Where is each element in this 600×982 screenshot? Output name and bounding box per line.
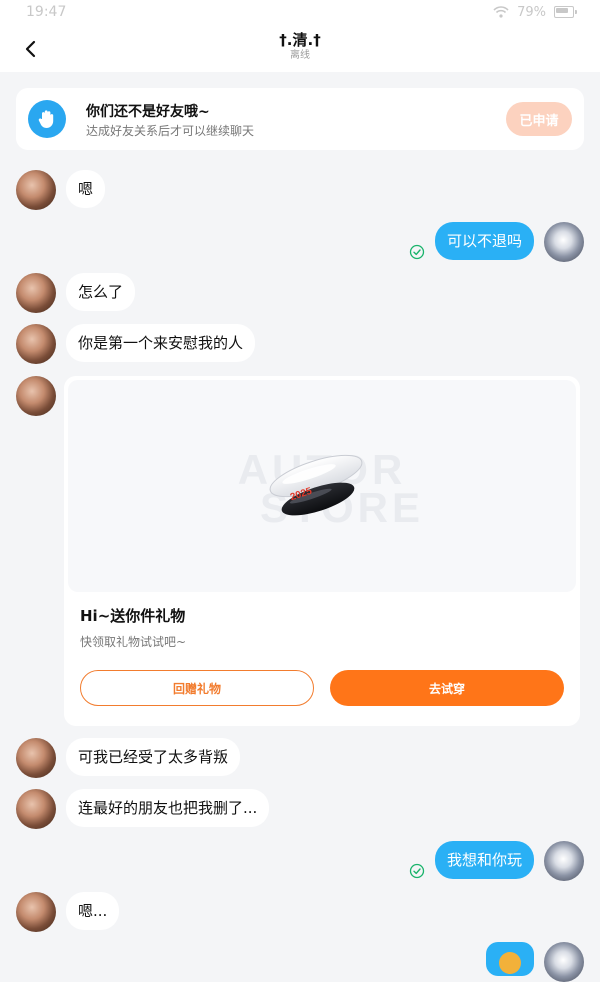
message-incoming: 可我已经受了太多背叛 (16, 738, 250, 778)
message-outgoing: 我想和你玩 (409, 841, 584, 881)
message-incoming: 怎么了 (16, 273, 145, 313)
chat-title-block: †.清.† 离线 (0, 30, 600, 62)
hand-wave-icon (28, 100, 66, 138)
message-bubble[interactable]: 可以不退吗 (434, 222, 534, 260)
battery-percent: 79% (517, 4, 546, 20)
avatar[interactable] (544, 841, 584, 881)
avatar[interactable] (544, 942, 584, 982)
message-bubble[interactable]: 嗯... (66, 892, 120, 930)
message-incoming: 嗯 (16, 170, 115, 210)
banner-subtitle: 达成好友关系后才可以继续聊天 (86, 124, 255, 138)
message-incoming: 你是第一个来安慰我的人 (16, 324, 265, 364)
wifi-icon (493, 6, 509, 18)
message-bubble[interactable]: 连最好的朋友也把我删了... (66, 789, 270, 827)
return-gift-button[interactable]: 回赠礼物 (80, 670, 314, 706)
applied-button[interactable]: 已申请 (506, 102, 572, 136)
status-indicators: 79% (493, 4, 577, 20)
avatar[interactable] (16, 273, 56, 313)
gift-image[interactable]: AUTOR STORE (68, 380, 576, 592)
message-incoming-gift (16, 376, 56, 416)
check-circle-icon (409, 863, 425, 879)
check-circle-icon (409, 244, 425, 260)
message-bubble[interactable]: 怎么了 (66, 273, 136, 311)
status-bar: 19:47 79% (0, 0, 600, 24)
battery-icon (554, 6, 577, 18)
gift-card[interactable]: AUTOR STORE (64, 376, 580, 726)
sticker-message[interactable] (486, 942, 534, 976)
message-bubble[interactable]: 可我已经受了太多背叛 (66, 738, 241, 776)
message-incoming: 连最好的朋友也把我删了... (16, 789, 279, 829)
message-bubble[interactable]: 你是第一个来安慰我的人 (66, 324, 256, 362)
avatar[interactable] (16, 324, 56, 364)
avatar[interactable] (16, 170, 56, 210)
gift-subtitle: 快领取礼物试试吧~ (80, 635, 187, 649)
message-outgoing: 可以不退吗 (409, 222, 584, 262)
avatar[interactable] (16, 892, 56, 932)
try-on-button[interactable]: 去试穿 (330, 670, 564, 706)
contact-name: †.清.† (279, 31, 321, 49)
avatar[interactable] (16, 376, 56, 416)
banner-title: 你们还不是好友哦~ (86, 104, 210, 120)
message-outgoing-partial (476, 942, 584, 982)
gift-title: Hi~送你件礼物 (80, 607, 186, 625)
online-status: 离线 (290, 50, 310, 61)
hairclip-product-image (269, 454, 363, 516)
avatar[interactable] (16, 789, 56, 829)
avatar[interactable] (16, 738, 56, 778)
message-bubble[interactable]: 我想和你玩 (434, 841, 534, 879)
message-bubble[interactable]: 嗯 (66, 170, 106, 208)
avatar[interactable] (544, 222, 584, 262)
message-incoming: 嗯... (16, 892, 129, 932)
emoji-icon (499, 952, 521, 974)
status-time: 19:47 (26, 4, 67, 20)
chat-header: †.清.† 离线 (0, 24, 600, 72)
friend-request-banner: 你们还不是好友哦~ 达成好友关系后才可以继续聊天 已申请 (16, 88, 584, 150)
